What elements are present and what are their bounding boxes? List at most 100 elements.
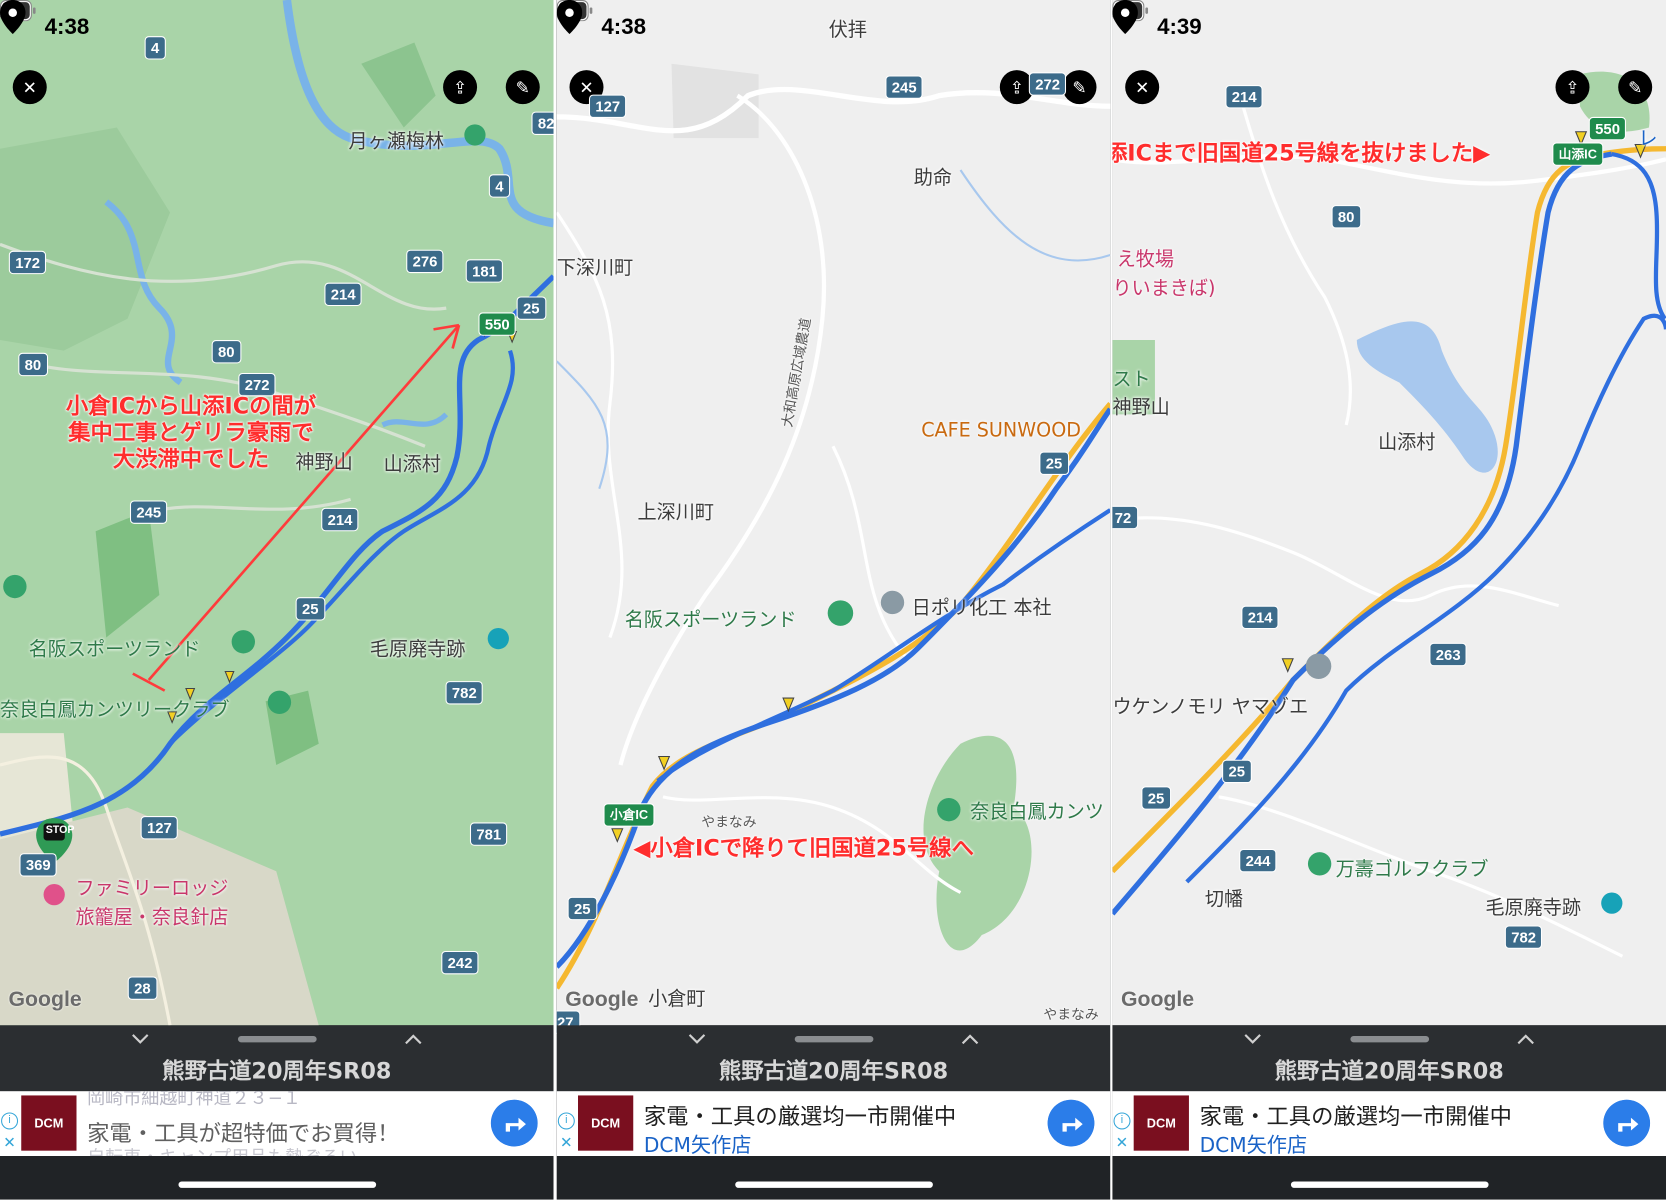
ic-label: 小倉IC	[603, 803, 655, 827]
ad-logo: DCM	[21, 1095, 77, 1151]
poi-label[interactable]: 毛原廃寺跡	[1485, 893, 1581, 921]
status-time: 4:38	[44, 14, 90, 40]
close-button[interactable]: ✕	[1125, 70, 1160, 105]
stop-marker[interactable]: STOP	[46, 825, 75, 837]
route-title: 熊野古道20周年SR08	[162, 1058, 392, 1084]
ad-scroll-text: 岡崎市細越町神道２３−１	[87, 1091, 301, 1110]
ad-info-icon[interactable]: i	[1113, 1112, 1131, 1130]
poi-label[interactable]: 日ポリ化工 本社	[912, 593, 1052, 621]
road-shield: 80	[211, 340, 241, 364]
pin-icon[interactable]	[1112, 0, 1138, 34]
close-icon: ✕	[22, 77, 37, 98]
sheet-grabber[interactable]	[794, 1035, 874, 1043]
edit-icon: ✎	[1628, 77, 1643, 98]
poi-label[interactable]: え牧場	[1117, 244, 1174, 272]
road-shield: 214	[324, 282, 362, 306]
edit-button[interactable]: ✎	[1618, 70, 1653, 105]
ad-banner[interactable]: i ✕ DCM 岡崎市細越町神道２３−１ 家電・工具が超特価でお買得！ 自転車・…	[0, 1091, 554, 1156]
place-label: 助命	[913, 166, 952, 190]
poi-label[interactable]: 旅籠屋・奈良針店	[75, 902, 228, 930]
place-label[interactable]: 月ヶ瀬梅林	[349, 126, 445, 154]
bottom-sheet[interactable]: 熊野古道20周年SR08	[556, 1025, 1111, 1092]
share-button[interactable]: ⇪	[443, 70, 478, 105]
poi-label[interactable]: 万壽ゴルフクラブ	[1336, 854, 1489, 882]
road-shield: 181	[465, 259, 504, 283]
annotation-text: ◀小倉ICで降りて旧国道25号線へ	[633, 835, 974, 861]
google-logo: Google	[1120, 988, 1195, 1012]
edit-button[interactable]: ✎	[505, 70, 540, 105]
chevron-up-icon[interactable]	[961, 1034, 979, 1045]
poi-label[interactable]: ウケンノモリ ヤマゾエ	[1112, 692, 1308, 720]
road-shield: 127	[588, 94, 627, 118]
poi-label[interactable]: ファミリーロッジ	[75, 873, 228, 901]
poi-label[interactable]: 名阪スポーツランド	[625, 605, 797, 633]
road-shield: 781	[469, 822, 508, 846]
road-shield: 80	[1331, 205, 1361, 229]
directions-icon[interactable]	[1603, 1099, 1651, 1147]
map-view[interactable]: 4:38 42 ✕ ⇪ ✎ 4 82 4 172 276 181 214 25 …	[0, 0, 554, 1026]
ad-close-icon[interactable]: ✕	[1116, 1134, 1128, 1152]
poi-label[interactable]: りいまきば)	[1112, 273, 1215, 301]
edit-button[interactable]: ✎	[1062, 70, 1097, 105]
poi-label[interactable]: 毛原廃寺跡	[370, 634, 466, 662]
home-indicator[interactable]	[1290, 1181, 1489, 1188]
ad-store-name[interactable]: DCM矢作店	[644, 1129, 752, 1156]
pin-icon[interactable]	[0, 0, 26, 34]
ad-info-icon[interactable]: i	[557, 1112, 575, 1130]
close-icon: ✕	[1135, 77, 1150, 98]
place-label: 神野山	[1112, 396, 1170, 419]
home-indicator-area	[556, 1156, 1111, 1200]
road-shield: 550	[478, 312, 517, 336]
status-time: 4:38	[601, 14, 647, 40]
place-label: 伏拝	[828, 19, 867, 42]
screenshot-panel-1: 4:38 42 ✕ ⇪ ✎ 4 82 4 172 276 181 214 25 …	[0, 0, 554, 1200]
home-indicator[interactable]	[735, 1181, 933, 1188]
road-shield: 25	[1141, 786, 1171, 810]
share-button[interactable]: ⇪	[1555, 70, 1590, 105]
sheet-grabber[interactable]	[1350, 1035, 1430, 1043]
poi-label[interactable]: CAFE SUNWOOD	[921, 420, 1081, 442]
google-logo: Google	[8, 988, 82, 1012]
sheet-grabber[interactable]	[238, 1035, 317, 1043]
map-view[interactable]: 4:39 42 ✕ ⇪ ✎ 214 550 山添IC レ 80 え牧場 りいまき…	[1112, 0, 1666, 1026]
poi-label[interactable]: スト	[1112, 364, 1150, 392]
close-button[interactable]: ✕	[12, 70, 47, 105]
bottom-sheet[interactable]: 熊野古道20周年SR08	[0, 1025, 554, 1092]
directions-icon[interactable]	[1047, 1099, 1095, 1147]
ad-info-icon[interactable]: i	[1, 1112, 19, 1130]
annotation-line: 小倉ICから山添ICの間が	[65, 393, 317, 419]
ad-store-name[interactable]: DCM矢作店	[1200, 1129, 1308, 1156]
road-shield: 80	[18, 352, 48, 377]
chevron-down-icon[interactable]	[132, 1034, 149, 1045]
place-label: 上深川町	[637, 501, 715, 524]
directions-icon[interactable]	[490, 1099, 538, 1147]
ad-logo: DCM	[1133, 1095, 1189, 1151]
road-shield: 25	[567, 896, 597, 921]
annotation-text: 小倉ICから山添ICの間が 集中工事とゲリラ豪雨で 大渋滞中でした	[66, 393, 316, 472]
road-shield: 276	[406, 249, 444, 274]
chevron-down-icon[interactable]	[688, 1034, 706, 1045]
road-shield: 244	[1239, 848, 1277, 873]
pin-icon[interactable]	[556, 0, 583, 34]
ad-banner[interactable]: i ✕ DCM 家電・工具の厳選均一市開催中 DCM矢作店	[556, 1091, 1111, 1156]
road-shield: 127	[140, 816, 179, 840]
place-label: 小倉町	[648, 988, 706, 1011]
ad-close-icon[interactable]: ✕	[560, 1134, 572, 1152]
home-indicator[interactable]	[178, 1181, 377, 1188]
place-label: やまなみ	[701, 814, 757, 831]
place-label: 山添村	[383, 453, 441, 476]
chevron-up-icon[interactable]	[1517, 1034, 1534, 1045]
ad-banner[interactable]: i ✕ DCM 家電・工具の厳選均一市開催中 DCM矢作店	[1112, 1091, 1666, 1156]
google-logo: Google	[565, 988, 639, 1012]
poi-label[interactable]: 奈良白鳳カンツ	[970, 797, 1104, 825]
poi-label[interactable]: 名阪スポーツランド	[29, 634, 201, 662]
road-shield: 25	[1039, 451, 1069, 475]
chevron-up-icon[interactable]	[405, 1034, 422, 1045]
road-shield: 272	[1028, 72, 1067, 96]
map-view[interactable]: 4:38 42 ✕ ⇪ ✎ 伏拝 245 272 127 助命 下深川町 大和高…	[556, 0, 1111, 1034]
bottom-sheet[interactable]: 熊野古道20周年SR08	[1112, 1025, 1666, 1092]
chevron-down-icon[interactable]	[1244, 1034, 1261, 1045]
ad-close-icon[interactable]: ✕	[3, 1134, 15, 1152]
road-shield: 782	[1504, 925, 1543, 949]
poi-label[interactable]: 奈良白鳳カンツリークラブ	[0, 695, 230, 723]
